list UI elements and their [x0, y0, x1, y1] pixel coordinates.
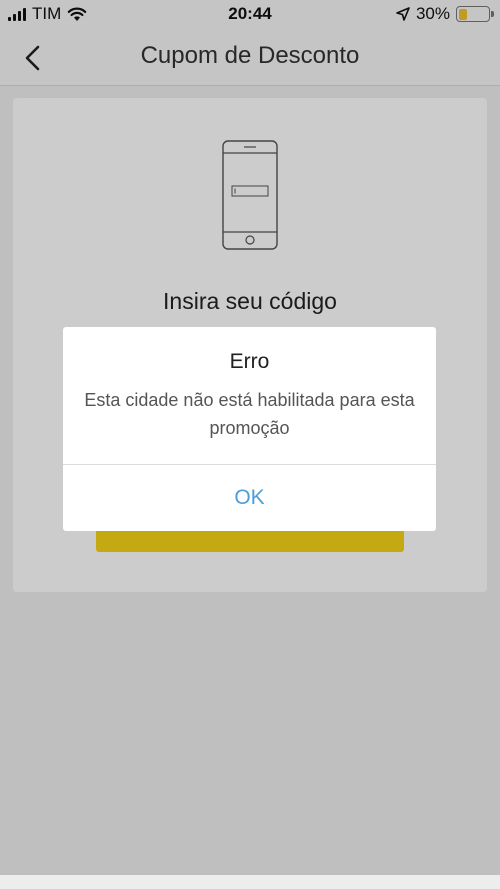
ok-button[interactable]: OK [63, 465, 436, 531]
alert-title: Erro [229, 350, 270, 373]
alert-message: Esta cidade não está habilitada para est… [84, 390, 415, 438]
bottom-strip [0, 875, 500, 889]
error-alert: Erro Esta cidade não está habilitada par… [63, 327, 436, 531]
screen: TIM 20:44 30% Cupom de Desconto Insira s… [0, 0, 500, 889]
